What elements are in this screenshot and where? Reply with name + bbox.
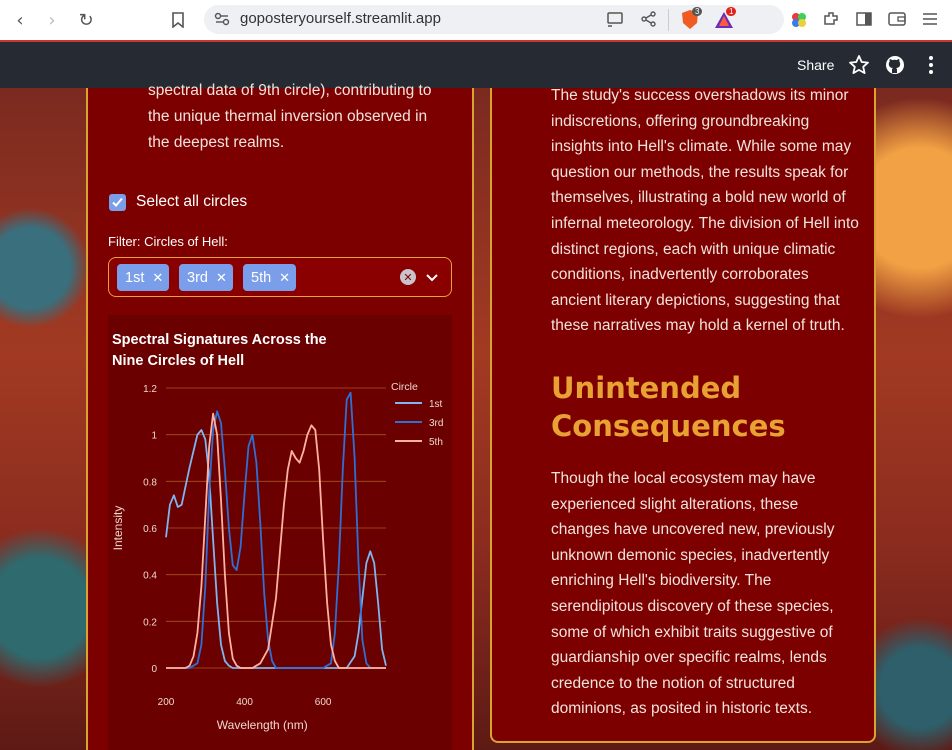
y-tick-label: 1 <box>151 431 157 442</box>
ecosystem-paragraph: Though the local ecosystem may have expe… <box>551 470 835 718</box>
select-all-label[interactable]: Select all circles <box>136 193 247 211</box>
y-tick-label: 0.6 <box>143 524 157 535</box>
study-success-paragraph: The study's success overshadows its mino… <box>551 87 859 335</box>
extensions-icon[interactable] <box>822 10 840 28</box>
sidebar-toggle-icon[interactable] <box>856 11 872 27</box>
browser-menu-icon[interactable] <box>922 11 938 27</box>
y-tick-label: 0 <box>151 664 157 675</box>
app-header: Share <box>0 42 952 88</box>
chart-title-line: Nine Circles of Hell <box>112 353 244 369</box>
chip-5th: 5th ✕ <box>243 264 297 291</box>
forward-icon[interactable]: › <box>40 8 64 32</box>
reload-icon[interactable]: ↻ <box>74 8 98 32</box>
back-icon[interactable]: ‹ <box>8 8 32 32</box>
clear-all-icon[interactable]: ✕ <box>400 269 416 285</box>
legend-label-1st: 1st <box>429 399 443 410</box>
unintended-consequences-heading: Unintended Consequences <box>551 371 786 443</box>
chip-label: 1st <box>125 269 145 286</box>
remove-chip-icon[interactable]: ✕ <box>216 270 227 286</box>
circles-multiselect[interactable]: 1st ✕ 3rd ✕ 5th ✕ ✕ <box>108 257 452 297</box>
bookmark-icon[interactable] <box>166 8 190 32</box>
legend-title: Circle <box>391 381 418 393</box>
main-menu-icon[interactable] <box>920 54 942 76</box>
spectral-chart[interactable]: Spectral Signatures Across the Nine Circl… <box>108 315 452 750</box>
select-all-checkbox[interactable] <box>109 194 126 211</box>
github-icon[interactable] <box>884 54 906 76</box>
checkmark-icon <box>112 197 123 207</box>
share-button[interactable]: Share <box>797 57 834 73</box>
browser-toolbar: ‹ › ↻ goposteryourself.streamlit.app 3 1 <box>0 0 952 40</box>
wallet-icon[interactable] <box>888 11 906 27</box>
remove-chip-icon[interactable]: ✕ <box>279 270 290 286</box>
chart-title-line: Spectral Signatures Across the <box>112 332 327 348</box>
series-line-1st <box>165 429 387 669</box>
y-tick-label: 0.4 <box>143 571 157 582</box>
url-text[interactable]: goposteryourself.streamlit.app <box>240 10 441 27</box>
intro-paragraph: spectral data of 9th circle), contributi… <box>148 82 432 151</box>
cast-icon[interactable] <box>606 10 624 28</box>
x-tick-label: 400 <box>236 697 253 708</box>
legend-label-3rd: 3rd <box>429 418 443 429</box>
y-tick-label: 1.2 <box>143 384 157 395</box>
chip-1st: 1st ✕ <box>117 264 170 291</box>
spectral-chart-panel: Spectral Signatures Across the Nine Circl… <box>108 315 452 750</box>
x-tick-label: 200 <box>158 697 175 708</box>
site-settings-icon[interactable] <box>214 11 230 27</box>
star-icon[interactable] <box>848 54 870 76</box>
chip-3rd: 3rd ✕ <box>179 264 233 291</box>
x-tick-label: 600 <box>315 697 332 708</box>
chip-label: 3rd <box>187 269 208 286</box>
x-axis-label: Wavelength (nm) <box>217 718 308 732</box>
toolbar-divider <box>668 9 669 31</box>
legend-label-5th: 5th <box>429 437 443 448</box>
remove-chip-icon[interactable]: ✕ <box>152 270 163 286</box>
series-line-5th <box>166 412 386 669</box>
y-axis-label: Intensity <box>111 506 125 551</box>
y-tick-label: 0.2 <box>143 617 157 628</box>
filter-label: Filter: Circles of Hell: <box>108 234 228 249</box>
y-tick-label: 0.8 <box>143 477 157 488</box>
share-page-icon[interactable] <box>640 10 658 28</box>
chip-label: 5th <box>251 269 272 286</box>
chevron-down-icon[interactable] <box>425 271 439 285</box>
color-extension-icon[interactable] <box>790 11 808 29</box>
